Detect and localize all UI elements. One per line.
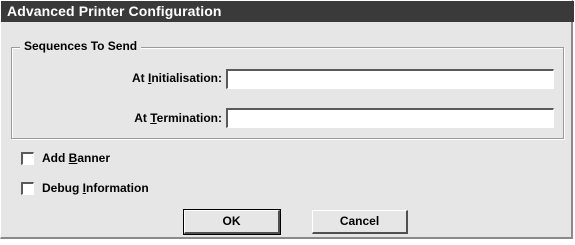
advanced-printer-config-dialog: Advanced Printer Configuration Sequences… [0, 0, 574, 239]
initialisation-label-pre: At [131, 71, 148, 85]
cancel-button[interactable]: Cancel [312, 210, 408, 234]
debug-information-checkbox[interactable] [21, 182, 34, 195]
termination-label: At Termination: [22, 111, 222, 125]
termination-label-post: ermination: [156, 111, 222, 125]
add-banner-label-pre: Add [42, 151, 69, 165]
window-title: Advanced Printer Configuration [7, 3, 222, 19]
add-banner-checkbox[interactable] [21, 152, 34, 165]
add-banner-label[interactable]: Add Banner [42, 151, 110, 165]
sequences-group-label: Sequences To Send [20, 39, 142, 53]
termination-field[interactable] [226, 108, 554, 128]
ok-button[interactable]: OK [183, 209, 281, 235]
add-banner-label-post: anner [77, 151, 111, 165]
debug-information-label[interactable]: Debug Information [42, 181, 149, 195]
termination-label-pre: At [134, 111, 151, 125]
initialisation-field[interactable] [226, 69, 554, 89]
debug-information-label-pre: Debug [42, 181, 83, 195]
title-bar[interactable]: Advanced Printer Configuration [1, 1, 574, 22]
initialisation-label: At Initialisation: [22, 71, 222, 85]
debug-information-label-post: nformation [86, 181, 149, 195]
initialisation-label-post: nitialisation: [151, 71, 222, 85]
